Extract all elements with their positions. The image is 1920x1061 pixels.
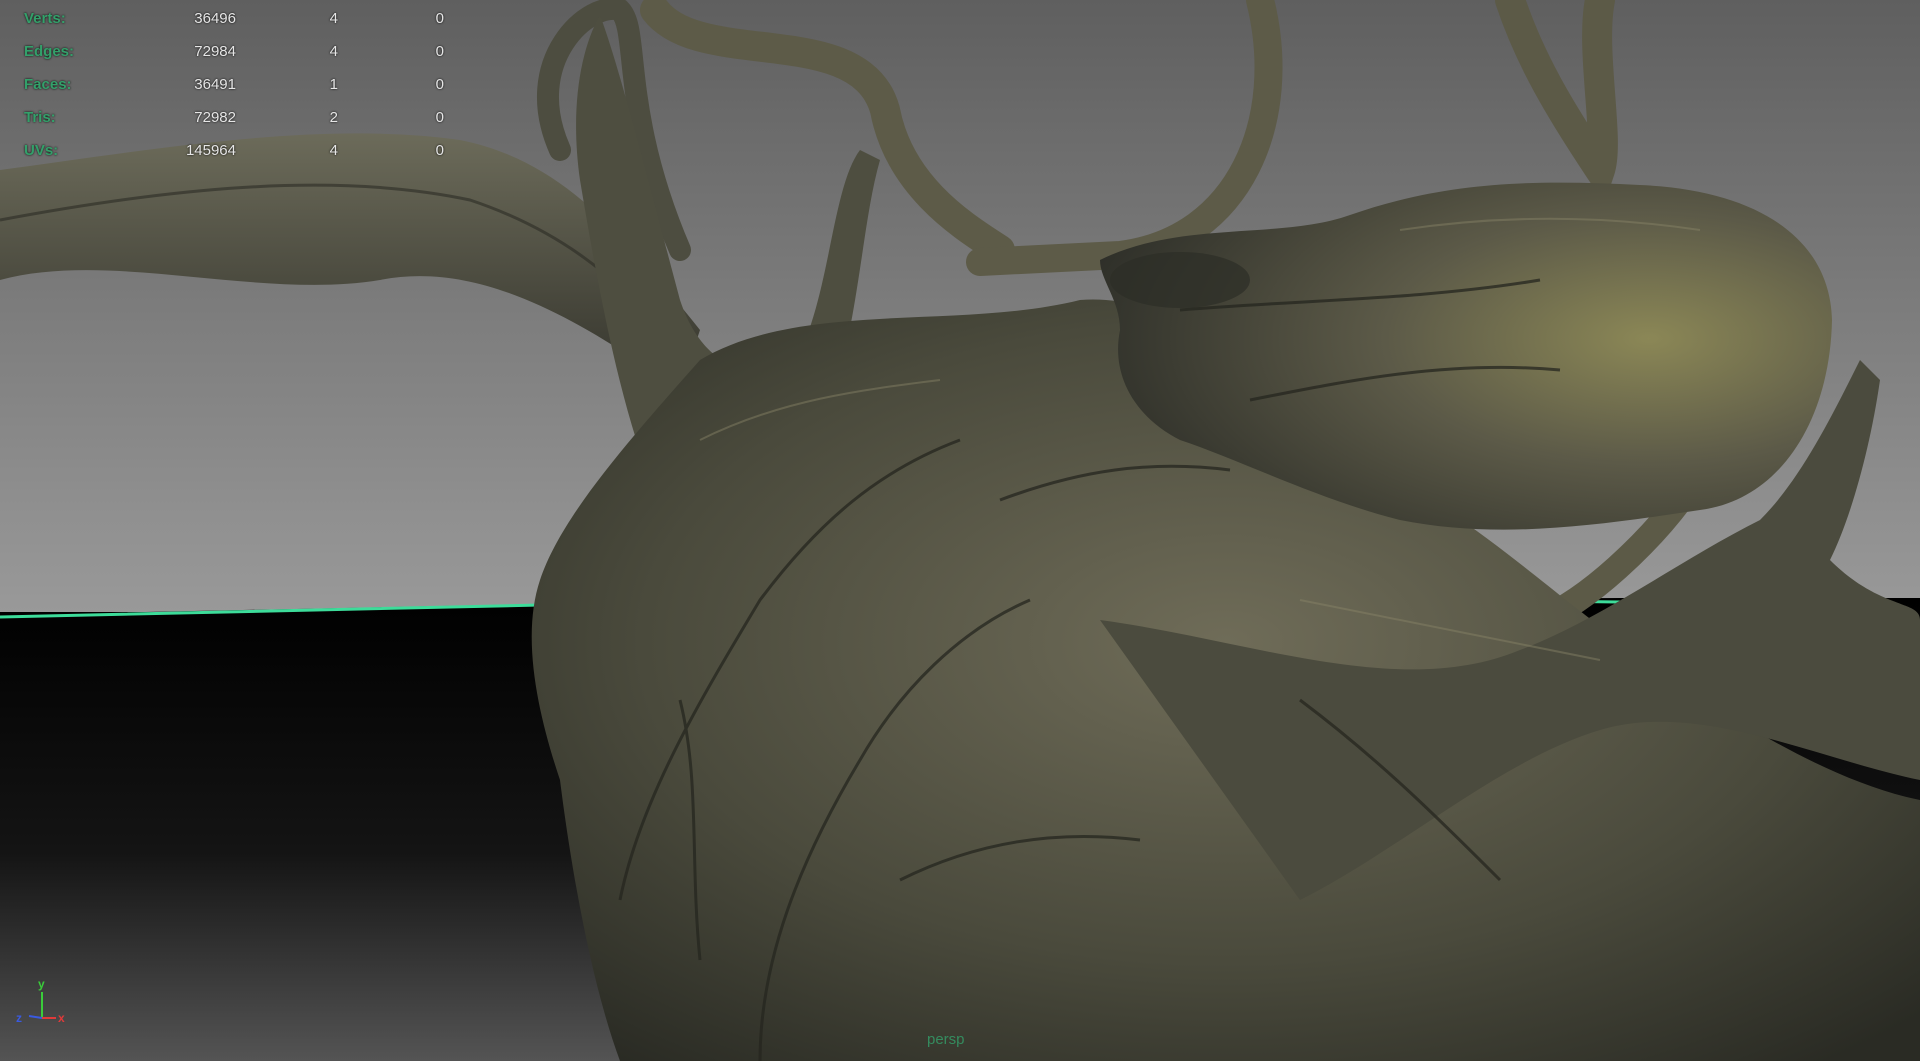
hud-stat-selected: 4 (329, 43, 338, 60)
hud-row: UVs: 145964 4 0 (24, 134, 444, 167)
hud-row: Verts: 36496 4 0 (24, 2, 444, 35)
hud-stat-label: Tris: (24, 109, 56, 126)
hud-stat-extra: 0 (435, 10, 444, 27)
hud-stat-label: UVs: (24, 142, 59, 159)
hud-stat-total: 36491 (194, 76, 236, 93)
axis-x-label: x (58, 1011, 65, 1022)
axis-z-label: z (16, 1011, 22, 1022)
hud-stat-selected: 2 (329, 109, 338, 126)
hud-stat-total: 72984 (194, 43, 236, 60)
hud-stat-extra: 0 (435, 43, 444, 60)
hud-stat-extra: 0 (435, 109, 444, 126)
hud-row: Edges: 72984 4 0 (24, 35, 444, 68)
hud-stat-selected: 4 (329, 10, 338, 27)
3d-viewport[interactable]: Verts: 36496 4 0 Edges: 72984 4 0 Faces: 36491 1 0 T… (0, 0, 1920, 1061)
hud-stat-total: 36496 (194, 10, 236, 27)
axis-y-label: y (38, 977, 45, 991)
hud-stat-total: 145964 (185, 142, 236, 159)
poly-count-hud: Verts: 36496 4 0 Edges: 72984 4 0 Faces: 36491 1 0 T… (24, 2, 444, 167)
hud-stat-label: Verts: (24, 10, 66, 27)
hud-stat-total: 72982 (194, 109, 236, 126)
axis-z-line (28, 1015, 43, 1019)
camera-name-label: persp (927, 1031, 965, 1048)
hud-stat-selected: 1 (329, 76, 338, 93)
hud-stat-label: Edges: (24, 43, 75, 60)
view-axis-gizmo: y x z (16, 977, 65, 1022)
hud-stat-label: Faces: (24, 76, 72, 93)
hud-row: Tris: 72982 2 0 (24, 101, 444, 134)
hud-stat-extra: 0 (435, 76, 444, 93)
hud-stat-selected: 4 (329, 142, 338, 159)
hud-row: Faces: 36491 1 0 (24, 68, 444, 101)
hud-stat-extra: 0 (435, 142, 444, 159)
